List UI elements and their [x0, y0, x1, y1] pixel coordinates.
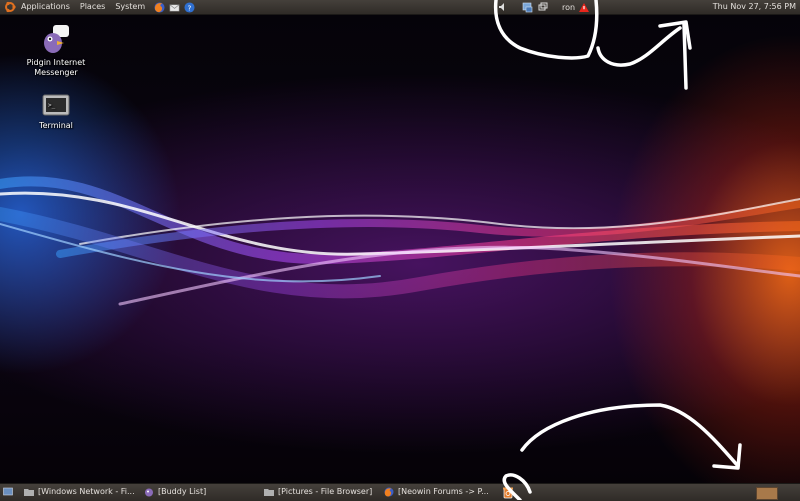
- username-label[interactable]: ron: [562, 3, 575, 12]
- workspace-switcher[interactable]: [756, 487, 778, 500]
- taskbar-item-neowin-forums[interactable]: [Neowin Forums -> P...: [384, 485, 494, 499]
- mail-launcher-icon[interactable]: [169, 2, 180, 13]
- desktop-icon-label: Pidgin Internet: [26, 58, 86, 67]
- top-panel: Applications Places System ? ron Thu Nov…: [0, 0, 800, 15]
- taskbar-item-windows-network[interactable]: [Windows Network - Fi...: [24, 485, 138, 499]
- taskbar-item-label: [Neowin Forums -> P...: [398, 487, 489, 496]
- menu-system[interactable]: System: [110, 0, 150, 14]
- taskbar-item-label: [Pictures - File Browser]: [278, 487, 373, 496]
- terminal-icon: >_: [42, 94, 70, 116]
- ubuntu-logo-icon[interactable]: [4, 1, 16, 13]
- desktop-icon-label: Terminal: [39, 121, 73, 130]
- show-desktop-icon[interactable]: [3, 487, 13, 497]
- menu-places[interactable]: Places: [75, 0, 110, 14]
- trash-icon[interactable]: [502, 486, 514, 499]
- wallpaper-swoosh: [0, 176, 800, 306]
- desktop-icon-label: Messenger: [34, 68, 78, 77]
- taskbar-item-label: [Buddy List]: [158, 487, 207, 496]
- firefox-launcher-icon[interactable]: [154, 1, 165, 13]
- taskbar-item-buddy-list[interactable]: [Buddy List]: [144, 485, 254, 499]
- taskbar-item-pictures[interactable]: [Pictures - File Browser]: [264, 485, 376, 499]
- folder-icon: [24, 489, 34, 496]
- window-list-icon[interactable]: [538, 2, 548, 12]
- network-icon[interactable]: [522, 2, 533, 13]
- system-tray: ron: [498, 0, 590, 14]
- taskbar-item-label: [Windows Network - Fi...: [38, 487, 135, 496]
- menu-applications[interactable]: Applications: [16, 0, 75, 14]
- bottom-panel: [Windows Network - Fi... [Buddy List] [P…: [0, 483, 800, 501]
- firefox-icon: [384, 487, 394, 497]
- clock[interactable]: Thu Nov 27, 7:56 PM: [713, 0, 796, 14]
- pidgin-icon: [44, 25, 69, 53]
- pidgin-icon: [145, 488, 153, 497]
- volume-icon[interactable]: [498, 2, 508, 12]
- svg-text:?: ?: [188, 3, 192, 12]
- svg-text:>_: >_: [48, 102, 56, 109]
- desktop-background[interactable]: Pidgin Internet Messenger >_ Terminal: [0, 14, 800, 483]
- desktop-icon-terminal[interactable]: >_ Terminal: [20, 94, 92, 131]
- folder-icon: [264, 489, 274, 496]
- help-launcher-icon[interactable]: ?: [184, 1, 195, 13]
- desktop-icon-pidgin[interactable]: Pidgin Internet Messenger: [20, 25, 92, 78]
- update-alert-icon[interactable]: [579, 2, 590, 12]
